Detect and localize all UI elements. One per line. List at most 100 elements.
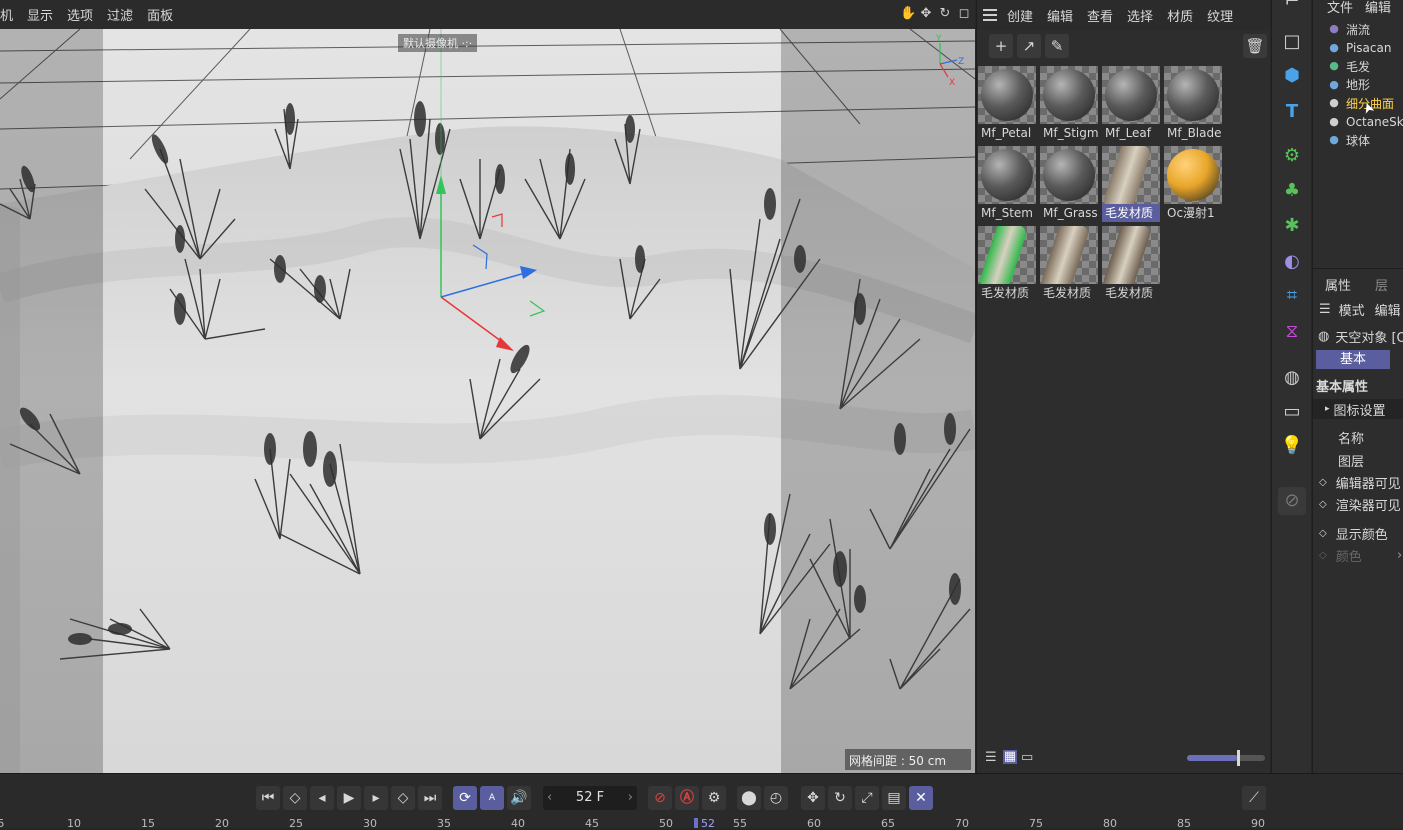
tab-basic[interactable]: 基本 [1316,350,1390,369]
obj-menu-file[interactable]: 文件 [1327,0,1353,16]
scene-camera-icon[interactable]: ▭ [1278,398,1306,426]
motion-record-icon[interactable]: ⬤ [737,786,761,810]
hand-icon[interactable]: ✋ [900,6,916,22]
material-swatch[interactable]: Oc漫射1 [1164,146,1222,222]
keyframe-diamond-icon[interactable]: ◇ [1319,499,1327,510]
go-to-end-icon[interactable]: ⏭ [418,786,442,810]
viewport-menu-panel[interactable]: 面板 [147,5,173,24]
tab-attributes[interactable]: 属性 [1313,275,1363,294]
material-swatch[interactable]: 毛发材质 [1102,226,1160,302]
viewport-menu-camera[interactable]: 摄像机 [0,5,13,24]
material-swatch[interactable]: 毛发材质 [1102,146,1160,222]
disabled-tool-icon[interactable]: ⊘ [1278,487,1306,515]
cube-outline-icon[interactable]: □ [1278,28,1306,56]
material-swatch[interactable]: 毛发材质 [1040,226,1098,302]
material-swatch[interactable]: Mf_Blade [1164,66,1222,142]
menu-icon[interactable]: ☰ [1319,302,1331,317]
attr-menu-mode[interactable]: 模式 [1339,300,1365,319]
icon-settings-group[interactable]: ▸ 图标设置 [1313,399,1403,419]
attr-color[interactable]: ◇ 颜色 › [1313,545,1403,565]
arrow-icon[interactable]: ↗ [1017,34,1041,58]
large-view-icon[interactable]: ▭ [1021,750,1033,765]
environment-icon[interactable]: ◍ [1278,364,1306,392]
chevron-left-icon[interactable]: ‹ [547,786,552,810]
object-row[interactable]: ● 球体 [1327,131,1370,149]
rotate-icon[interactable]: ↻ [938,6,952,22]
deformer-icon[interactable]: ◐ [1278,248,1306,276]
cube-icon[interactable]: ⬢ [1278,62,1306,90]
tab-layers[interactable]: 层 [1363,275,1400,294]
list-view-icon[interactable]: ☰ [985,750,997,765]
camera-tool-icon[interactable]: ⌐ [1278,0,1306,16]
object-row[interactable]: ● 毛发 [1327,57,1370,75]
play-icon[interactable]: ▶ [337,786,361,810]
mat-menu-material[interactable]: 材质 [1167,6,1193,25]
spline-tool-icon[interactable]: ⌗ [1278,282,1306,310]
attr-editor-visible[interactable]: ◇ 编辑器可见 [1313,472,1403,492]
attr-menu-edit[interactable]: 编辑 [1375,300,1401,319]
cloner-icon[interactable]: ♣ [1278,177,1306,205]
viewport-scene[interactable]: Z X Y [0,29,975,773]
timeline-ruler[interactable]: 5 10 15 20 25 30 35 40 45 50 52 55 60 65 70 75 80 85 90 [0,815,1403,830]
timeline-graph-icon[interactable]: ⟋ [1242,786,1266,810]
viewport-menu-options[interactable]: 选项 [67,5,93,24]
mat-menu-select[interactable]: 选择 [1127,6,1153,25]
add-material-icon[interactable]: + [989,34,1013,58]
effector-icon[interactable]: ✱ [1278,212,1306,240]
loop-icon[interactable]: ⟳ [453,786,477,810]
viewport-menu-filter[interactable]: 过滤 [107,5,133,24]
object-row[interactable]: ● 湍流 [1327,20,1370,38]
mat-menu-edit[interactable]: 编辑 [1047,6,1073,25]
key-pla-icon[interactable]: ✕ [909,786,933,810]
key-scale-icon[interactable]: ⤢ [855,786,879,810]
material-swatch[interactable]: Mf_Stem [978,146,1036,222]
preview-size-slider[interactable] [1187,750,1265,766]
key-param-icon[interactable]: ▤ [882,786,906,810]
light-icon[interactable]: 💡 [1278,432,1306,460]
fps-icon[interactable]: A [480,786,504,810]
material-swatch[interactable]: Mf_Stigm [1040,66,1098,142]
sound-icon[interactable]: 🔊 [507,786,531,810]
go-to-start-icon[interactable]: ⏮ [256,786,280,810]
next-key-icon[interactable]: ◇ [391,786,415,810]
prev-key-icon[interactable]: ◇ [283,786,307,810]
viewport[interactable]: 摄像机 显示 选项 过滤 面板 ✋ ✥ ↻ ◻ [0,0,975,773]
current-frame-field[interactable]: ‹ 52 F › [543,786,637,810]
autokey-icon[interactable]: Ⓐ [675,786,699,810]
object-row[interactable]: ● 地形 [1327,76,1370,94]
chevron-right-icon[interactable]: › [1397,548,1402,563]
viewport-menu-display[interactable]: 显示 [27,5,53,24]
timing-icon[interactable]: ◴ [764,786,788,810]
key-position-icon[interactable]: ✥ [801,786,825,810]
material-swatch[interactable]: Mf_Petal [978,66,1036,142]
text-icon[interactable]: T [1278,98,1306,126]
material-swatch[interactable]: Mf_Leaf [1102,66,1160,142]
trash-icon[interactable]: 🗑 [1243,34,1267,58]
obj-menu-edit[interactable]: 编辑 [1365,0,1391,16]
field-icon[interactable]: ⧖ [1278,318,1306,346]
record-keys-icon[interactable]: ⊘ [648,786,672,810]
prev-frame-icon[interactable]: ◂ [310,786,334,810]
attr-render-visible[interactable]: ◇ 渲染器可见 [1313,494,1403,514]
menu-icon[interactable] [983,9,997,21]
playhead[interactable] [694,818,698,828]
move-icon[interactable]: ✥ [919,6,933,22]
keyframe-settings-icon[interactable]: ⚙ [702,786,726,810]
key-rotation-icon[interactable]: ↻ [828,786,852,810]
mat-menu-texture[interactable]: 纹理 [1207,6,1233,25]
eyedropper-icon[interactable]: ✎ [1045,34,1069,58]
keyframe-diamond-icon[interactable]: ◇ [1319,528,1327,539]
object-row[interactable]: ● Pisacan [1327,39,1391,57]
material-swatch[interactable]: 毛发材质 [978,226,1036,302]
mat-menu-create[interactable]: 创建 [1007,6,1033,25]
mat-menu-view[interactable]: 查看 [1087,6,1113,25]
keyframe-diamond-icon[interactable]: ◇ [1319,477,1327,488]
keyframe-diamond-icon[interactable]: ◇ [1319,550,1327,561]
material-swatch[interactable]: Mf_Grass [1040,146,1098,222]
chevron-right-icon[interactable]: › [628,786,633,810]
maximize-icon[interactable]: ◻ [957,6,971,22]
generator-icon[interactable]: ⚙ [1278,142,1306,170]
camera-label[interactable]: 默认摄像机 ·:· [398,34,478,52]
grid-view-icon[interactable]: ▦ [1003,750,1017,764]
attr-display-color[interactable]: ◇ 显示颜色 [1313,523,1403,543]
